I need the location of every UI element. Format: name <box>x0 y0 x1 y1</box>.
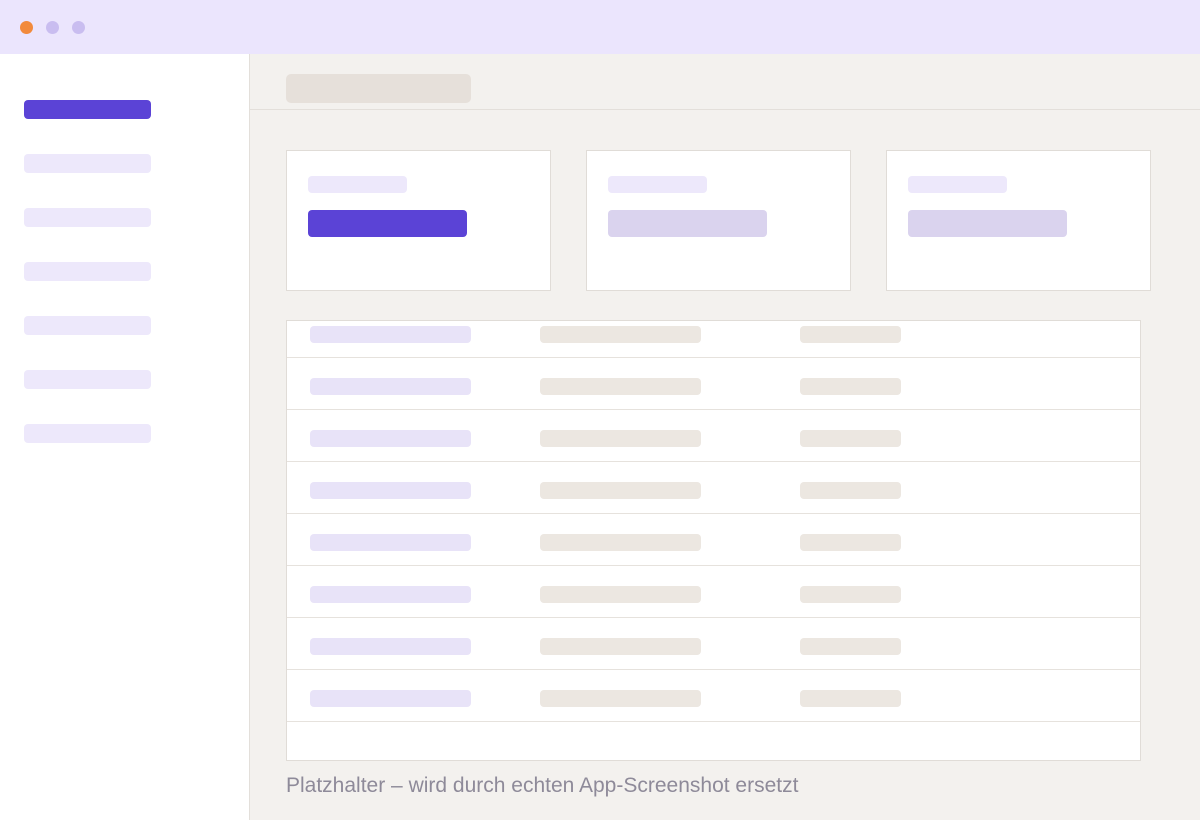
stat-card <box>886 150 1151 291</box>
table-cell-placeholder <box>540 430 701 447</box>
table-cell-placeholder <box>310 534 471 551</box>
sidebar-item-placeholder[interactable] <box>24 154 151 173</box>
table-cell-placeholder <box>540 378 701 395</box>
top-bar <box>250 54 1200 110</box>
table-row[interactable] <box>287 305 1140 358</box>
table-cell-placeholder <box>800 326 901 343</box>
table-cell-placeholder <box>310 378 471 395</box>
table-cell-placeholder <box>310 586 471 603</box>
sidebar-item-placeholder[interactable] <box>24 424 151 443</box>
table-cell-placeholder <box>310 430 471 447</box>
stat-card-label-placeholder <box>308 176 407 193</box>
table-row[interactable] <box>287 357 1140 410</box>
stat-card <box>586 150 851 291</box>
sidebar-item-placeholder[interactable] <box>24 316 151 335</box>
sidebar-item-placeholder[interactable] <box>24 208 151 227</box>
stat-card-label-placeholder <box>608 176 707 193</box>
table-cell-placeholder <box>800 378 901 395</box>
table-row[interactable] <box>287 669 1140 722</box>
table-cell-placeholder <box>310 638 471 655</box>
table-row[interactable] <box>287 565 1140 618</box>
stat-card-primary <box>286 150 551 291</box>
table-cell-placeholder <box>310 690 471 707</box>
sidebar <box>0 54 250 820</box>
table-cell-placeholder <box>540 638 701 655</box>
close-window-dot[interactable] <box>20 21 33 34</box>
table-cell-placeholder <box>540 586 701 603</box>
table-cell-placeholder <box>800 586 901 603</box>
minimize-window-dot[interactable] <box>46 21 59 34</box>
table-cell-placeholder <box>800 690 901 707</box>
window-titlebar <box>0 0 1200 54</box>
stat-card-value-placeholder <box>608 210 767 237</box>
stat-card-value-placeholder <box>308 210 467 237</box>
sidebar-item-placeholder[interactable] <box>24 370 151 389</box>
table-row[interactable] <box>287 461 1140 514</box>
table-cell-placeholder <box>310 482 471 499</box>
page-title-placeholder <box>286 74 471 103</box>
data-table <box>286 320 1141 761</box>
table-cell-placeholder <box>540 482 701 499</box>
table-cell-placeholder <box>800 482 901 499</box>
table-row[interactable] <box>287 513 1140 566</box>
table-row[interactable] <box>287 617 1140 670</box>
stat-card-value-placeholder <box>908 210 1067 237</box>
table-cell-placeholder <box>540 534 701 551</box>
sidebar-item-placeholder[interactable] <box>24 262 151 281</box>
table-cell-placeholder <box>310 326 471 343</box>
table-cell-placeholder <box>800 638 901 655</box>
table-row[interactable] <box>287 409 1140 462</box>
maximize-window-dot[interactable] <box>72 21 85 34</box>
table-cell-placeholder <box>540 690 701 707</box>
table-cell-placeholder <box>540 326 701 343</box>
sidebar-item-active-placeholder[interactable] <box>24 100 151 119</box>
placeholder-caption: Platzhalter – wird durch echten App-Scre… <box>286 774 799 797</box>
stat-card-label-placeholder <box>908 176 1007 193</box>
table-cell-placeholder <box>800 430 901 447</box>
table-cell-placeholder <box>800 534 901 551</box>
